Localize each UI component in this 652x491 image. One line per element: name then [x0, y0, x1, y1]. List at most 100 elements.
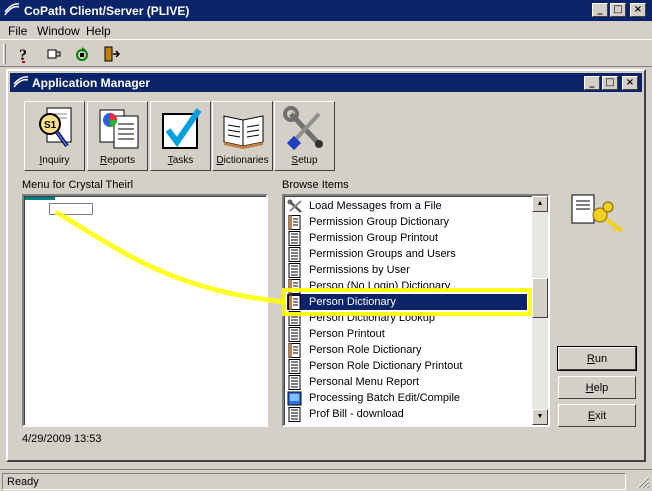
toolbar: ?	[0, 39, 652, 67]
question-icon: ?	[19, 47, 27, 63]
tasks-label: Tasks	[167, 155, 194, 166]
list-item-label: Person Dictionary	[309, 296, 396, 308]
app-title-bar: CoPath Client/Server (PLIVE) _ □ ×	[0, 0, 652, 21]
app-title: CoPath Client/Server (PLIVE)	[24, 4, 190, 18]
list-item[interactable]: Permission Group Printout	[287, 230, 527, 246]
printout-doc-icon	[287, 406, 303, 422]
dictionaries-icon	[223, 115, 264, 149]
child-close-button[interactable]: ×	[622, 76, 638, 90]
dictionaries-button[interactable]: Dictionaries	[212, 101, 273, 171]
list-item[interactable]: Person Role Dictionary	[287, 342, 527, 358]
child-title-bar: Application Manager _ □ ×	[10, 73, 642, 92]
setup-icon	[283, 106, 323, 151]
inquiry-button[interactable]: S1 Inquiry	[24, 101, 85, 171]
list-item[interactable]: Load Messages from a File	[287, 198, 527, 214]
exit-label: Exit	[587, 409, 607, 422]
tasks-button[interactable]: Tasks	[150, 101, 211, 171]
menu-window[interactable]: Window	[37, 24, 80, 38]
list-item-label: Personal Menu Report	[309, 376, 420, 388]
printout-doc-icon	[287, 262, 303, 278]
exit-button[interactable]: Exit	[558, 404, 636, 427]
child-minimize-button[interactable]: _	[584, 76, 600, 90]
window-tool-button[interactable]	[42, 43, 66, 65]
list-item[interactable]: Permission Groups and Users	[287, 246, 527, 262]
list-item[interactable]: Person Role Dictionary Printout	[287, 358, 527, 374]
list-item-label: Person Dictionary Lookup	[309, 312, 435, 324]
status-text: Ready	[7, 476, 39, 488]
run-button[interactable]: Run	[557, 346, 637, 371]
printout-doc-icon	[287, 358, 303, 374]
refresh-tool-button[interactable]	[70, 43, 94, 65]
scroll-down-button[interactable]: ▼	[532, 409, 548, 425]
dictionary-doc-icon	[287, 342, 303, 358]
close-button[interactable]: ×	[630, 3, 646, 17]
toolbar-grip	[3, 44, 6, 64]
list-item[interactable]: Processing Batch Edit/Compile	[287, 390, 527, 406]
svg-text:?: ?	[19, 47, 27, 63]
resize-grip-icon[interactable]	[636, 475, 650, 489]
list-item-label: Person Role Dictionary Printout	[309, 360, 463, 372]
refresh-icon	[76, 47, 88, 61]
help-tool-button[interactable]: ?	[12, 43, 36, 65]
menu-panel-label: Menu for Crystal Theirl	[22, 179, 134, 191]
svg-text:S1: S1	[44, 120, 57, 131]
inquiry-icon: S1	[39, 107, 72, 148]
copath-logo-icon	[13, 76, 29, 88]
help-label: Help	[585, 381, 609, 394]
tools-icon	[287, 199, 303, 214]
timestamp: 4/29/2009 13:53	[22, 433, 102, 445]
list-item-label: Permission Group Dictionary	[309, 216, 449, 228]
setup-button[interactable]: Setup	[274, 101, 335, 171]
browse-items-label: Browse Items	[282, 179, 349, 191]
printout-doc-icon	[287, 326, 303, 342]
setup-label: Setup	[291, 155, 318, 166]
scroll-thumb[interactable]	[532, 278, 548, 318]
status-pane: Ready	[2, 473, 626, 490]
browse-items-list[interactable]: Load Messages from a File Permission Grou…	[282, 194, 550, 427]
help-button[interactable]: Help	[558, 376, 636, 399]
list-item-label: Person Printout	[309, 328, 385, 340]
list-item-selected[interactable]: Person Dictionary	[287, 294, 527, 310]
security-keys-icon	[571, 194, 624, 233]
scroll-up-button[interactable]: ▲	[532, 196, 548, 212]
menu-tree[interactable]	[22, 194, 268, 427]
printout-doc-icon	[287, 310, 303, 326]
reports-button[interactable]: Reports	[87, 101, 148, 171]
menu-file[interactable]: File	[8, 24, 27, 38]
list-item[interactable]: Prof Bill - download	[287, 406, 527, 422]
exit-tool-button[interactable]	[99, 43, 123, 65]
dictionary-doc-icon	[287, 278, 303, 294]
child-title: Application Manager	[32, 76, 151, 90]
exit-door-icon	[104, 46, 120, 62]
list-item[interactable]: Permissions by User	[287, 262, 527, 278]
list-item-label: Permissions by User	[309, 264, 410, 276]
list-item[interactable]: Personal Menu Report	[287, 374, 527, 390]
run-label: Run	[586, 352, 608, 365]
menu-help[interactable]: Help	[86, 24, 111, 38]
application-manager-window: Application Manager _ □ × S1 Inquiry Rep…	[6, 69, 646, 462]
list-item-label: Processing Batch Edit/Compile	[309, 392, 461, 404]
reports-label: Reports	[99, 155, 136, 166]
tasks-icon	[162, 108, 202, 149]
tree-root-marker	[25, 197, 55, 200]
child-maximize-button[interactable]: □	[602, 76, 618, 90]
list-item[interactable]: Person Printout	[287, 326, 527, 342]
tree-edit-box[interactable]	[49, 203, 93, 215]
window-tile-icon	[47, 49, 61, 59]
list-item[interactable]: Person (No Login) Dictionary	[287, 278, 527, 294]
status-bar: Ready	[0, 469, 652, 491]
browse-scrollbar[interactable]: ▲ ▼	[532, 196, 548, 425]
copath-logo-icon	[4, 3, 20, 16]
maximize-button[interactable]: □	[610, 3, 626, 17]
printout-doc-icon	[287, 374, 303, 390]
list-item[interactable]: Person Dictionary Lookup	[287, 310, 527, 326]
batch-icon	[287, 391, 303, 406]
list-item-label: Prof Bill - download	[309, 408, 404, 420]
list-item[interactable]: Permission Group Dictionary	[287, 214, 527, 230]
minimize-button[interactable]: _	[592, 3, 608, 17]
list-item-label: Permission Groups and Users	[309, 248, 456, 260]
list-item-label: Load Messages from a File	[309, 200, 442, 212]
printout-doc-icon	[287, 230, 303, 246]
list-item-label: Person Role Dictionary	[309, 344, 422, 356]
list-item-label: Person (No Login) Dictionary	[309, 280, 451, 292]
